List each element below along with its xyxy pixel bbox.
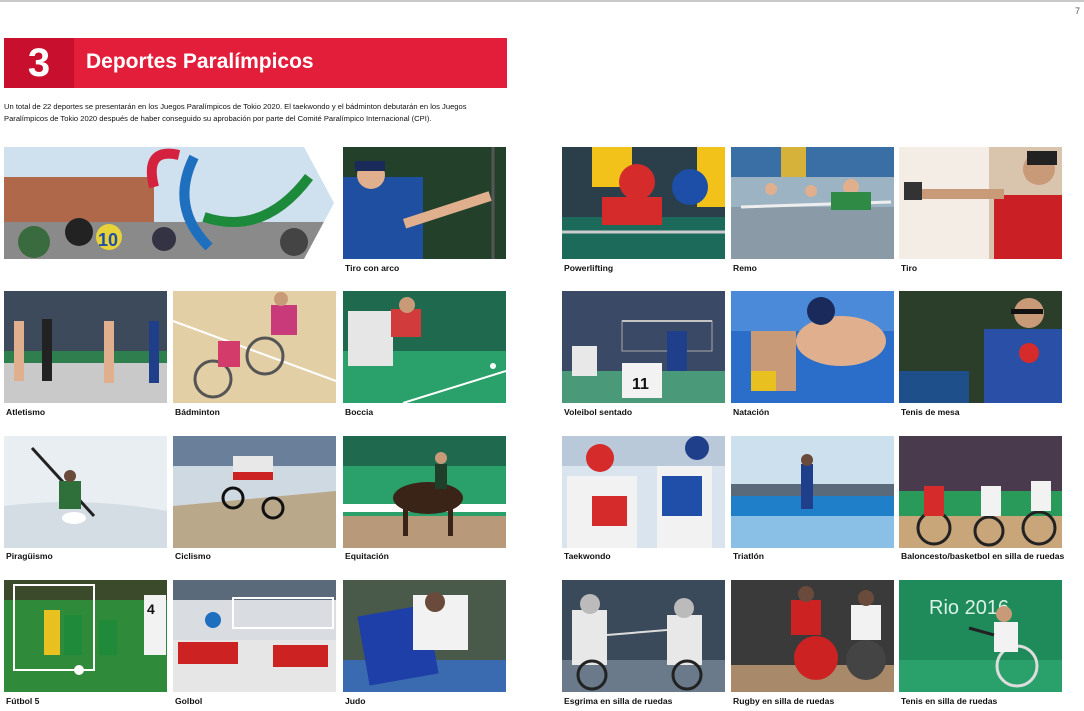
section-title: Deportes Paralímpicos bbox=[86, 50, 314, 73]
caption-tiro-con-arco: Tiro con arco bbox=[345, 263, 400, 273]
intro-paragraph: Un total de 22 deportes se presentarán e… bbox=[4, 102, 467, 123]
jersey-number-4: 4 bbox=[147, 601, 155, 617]
photo-remo bbox=[731, 147, 894, 259]
caption-remo: Remo bbox=[733, 263, 757, 273]
caption-badminton: Bádminton bbox=[175, 407, 220, 417]
caption-baloncesto-silla-de-ruedas: Baloncesto/basketbol en silla de ruedas bbox=[901, 551, 1065, 561]
photo-rugby-silla-de-ruedas bbox=[731, 580, 894, 692]
page-number: 7 bbox=[1074, 6, 1080, 16]
photo-triatlon bbox=[731, 436, 894, 548]
hero-photo-agitos bbox=[4, 147, 338, 259]
caption-boccia: Boccia bbox=[345, 407, 374, 417]
caption-tenis-de-mesa: Tenis de mesa bbox=[901, 407, 960, 417]
caption-tenis-silla-de-ruedas: Tenis en silla de ruedas bbox=[901, 696, 998, 706]
photo-judo bbox=[343, 580, 506, 692]
caption-rugby-silla-de-ruedas: Rugby en silla de ruedas bbox=[733, 696, 835, 706]
caption-esgrima-silla-de-ruedas: Esgrima en silla de ruedas bbox=[564, 696, 673, 706]
caption-piraguismo: Piragüismo bbox=[6, 551, 53, 561]
photo-baloncesto-silla-de-ruedas bbox=[899, 436, 1062, 548]
photo-esgrima-silla-de-ruedas bbox=[562, 580, 725, 692]
photo-taekwondo bbox=[562, 436, 725, 548]
section-number: 3 bbox=[27, 41, 51, 85]
photo-piraguismo bbox=[4, 436, 167, 548]
photo-powerlifting bbox=[562, 147, 725, 259]
caption-ciclismo: Ciclismo bbox=[175, 551, 211, 561]
caption-voleibol-sentado: Voleibol sentado bbox=[564, 407, 633, 417]
photo-golbol bbox=[173, 580, 336, 692]
photo-natacion bbox=[731, 291, 894, 403]
caption-golbol: Golbol bbox=[175, 696, 203, 706]
caption-judo: Judo bbox=[345, 696, 366, 706]
photo-atletismo bbox=[4, 291, 167, 403]
caption-taekwondo: Taekwondo bbox=[564, 551, 611, 561]
photo-ciclismo bbox=[173, 436, 336, 548]
caption-equitacion: Equitación bbox=[345, 551, 389, 561]
hero-jersey-graphic: 10 bbox=[98, 230, 118, 250]
photo-tiro bbox=[899, 147, 1062, 259]
photo-boccia bbox=[343, 291, 506, 403]
caption-tiro: Tiro bbox=[901, 263, 918, 273]
photo-voleibol-sentado: 11 bbox=[562, 291, 725, 403]
photo-futbol-5: 4 bbox=[4, 580, 167, 692]
caption-natacion: Natación bbox=[733, 407, 770, 417]
section-banner: 3 Deportes Paralímpicos bbox=[4, 38, 507, 88]
caption-triatlon: Triatlón bbox=[733, 551, 765, 561]
photo-equitacion bbox=[343, 436, 506, 548]
caption-atletismo: Atletismo bbox=[6, 407, 46, 417]
caption-futbol-5: Fútbol 5 bbox=[6, 696, 40, 706]
top-rule bbox=[0, 0, 1084, 2]
photo-tiro-con-arco bbox=[343, 147, 506, 259]
jersey-number-10: 10 bbox=[98, 230, 118, 250]
photo-badminton bbox=[173, 291, 336, 403]
caption-powerlifting: Powerlifting bbox=[564, 263, 614, 273]
photo-tenis-de-mesa bbox=[899, 291, 1062, 403]
jersey-number-11: 11 bbox=[632, 376, 649, 393]
photo-tenis-silla-de-ruedas: Rio 2016 bbox=[899, 580, 1062, 692]
